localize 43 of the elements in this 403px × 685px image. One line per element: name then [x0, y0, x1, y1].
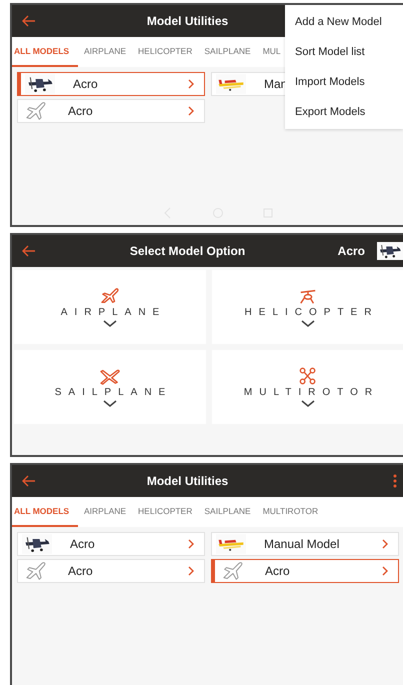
- screen-title: Model Utilities: [146, 474, 230, 488]
- category-tab[interactable]: ALL MODELS: [12, 37, 78, 67]
- menu-item[interactable]: Add a New Model: [285, 7, 403, 37]
- category-tab[interactable]: AIRPLANE: [78, 37, 132, 67]
- model-card[interactable]: Acro: [17, 72, 205, 96]
- category-tab[interactable]: SAILPLANE: [198, 37, 257, 67]
- category-tab[interactable]: ALL MODELS: [12, 497, 78, 527]
- category-tab[interactable]: MULTIROTOR: [256, 497, 324, 527]
- model-type-card[interactable]: AIRPLANE: [14, 270, 206, 344]
- model-card[interactable]: Acro: [17, 559, 205, 583]
- model-type-card[interactable]: SAILPLANE: [14, 350, 206, 424]
- category-tab[interactable]: SAILPLANE: [198, 497, 257, 527]
- menu-item[interactable]: Import Models: [285, 67, 403, 97]
- model-name: Acro: [68, 564, 94, 578]
- menu-icon[interactable]: [393, 474, 397, 488]
- model-card[interactable]: Acro: [17, 532, 205, 556]
- model-name: Acro: [265, 564, 291, 578]
- model-type-card[interactable]: HELICOPTER: [212, 270, 403, 344]
- category-tab[interactable]: HELICOPTER: [132, 37, 198, 67]
- chevron-down-icon: [103, 400, 117, 407]
- category-tab[interactable]: MUL: [256, 37, 287, 67]
- back-icon[interactable]: [22, 15, 36, 27]
- model-card[interactable]: Manual Model: [211, 532, 399, 556]
- category-tab[interactable]: HELICOPTER: [132, 497, 198, 527]
- airplane-icon: [99, 287, 121, 305]
- category-tab[interactable]: AIRPLANE: [78, 497, 132, 527]
- chevron-down-icon: [301, 400, 315, 407]
- sailplane-icon: [99, 367, 121, 385]
- back-icon[interactable]: [22, 475, 36, 487]
- model-card[interactable]: Acro: [17, 99, 205, 123]
- model-name: Manual Model: [264, 537, 340, 551]
- chevron-down-icon: [301, 320, 315, 327]
- model-name: Acro: [73, 77, 99, 91]
- chevron-down-icon: [103, 320, 117, 327]
- screen-title: Select Model Option: [128, 244, 246, 258]
- model-name: Acro: [68, 104, 94, 118]
- back-icon[interactable]: [22, 245, 36, 257]
- menu-item[interactable]: Sort Model list: [285, 37, 403, 67]
- menu-item[interactable]: Export Models: [285, 97, 403, 127]
- model-card[interactable]: Acro: [211, 559, 399, 583]
- model-type-card[interactable]: MULTIROTOR: [212, 350, 403, 424]
- model-name: Acro: [70, 537, 96, 551]
- model-name: Acro: [338, 244, 365, 258]
